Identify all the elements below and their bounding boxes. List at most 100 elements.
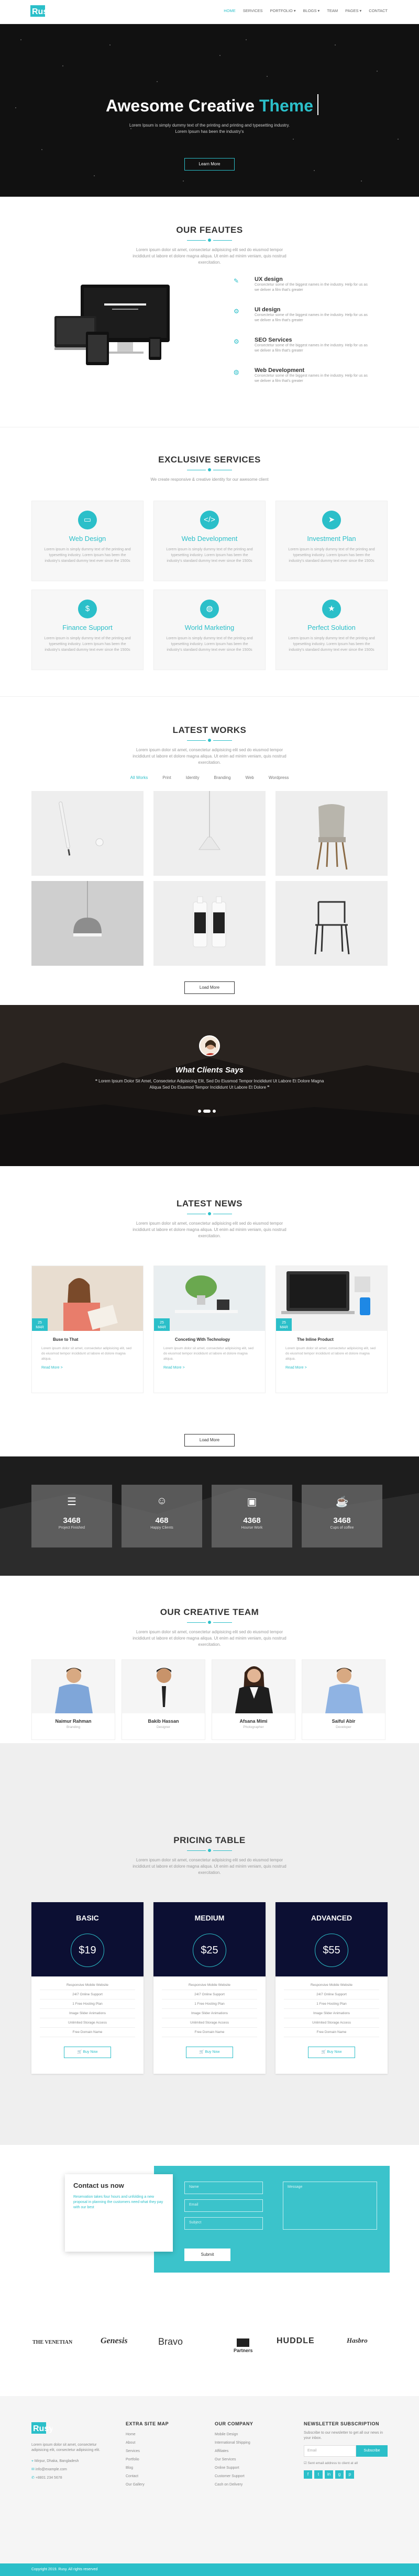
facebook-icon[interactable]: f (304, 2470, 312, 2479)
service-text: Lorem ipsum is simply dummy text of the … (44, 637, 131, 652)
service-card-finance-support[interactable]: $ Finance Support Lorem ipsum is simply du… (31, 590, 144, 670)
linkedin-icon[interactable]: in (325, 2470, 333, 2479)
footer-address: ⌖ Mirpur, Dhaka, Bangladesh (31, 2459, 79, 2463)
feature-web-development: ◍ Web Development Consectetur some of th… (234, 367, 385, 384)
cart-icon: 🛒 (77, 2050, 82, 2054)
read-more-link[interactable]: Read More > (32, 1364, 143, 1372)
twitter-icon[interactable]: t (314, 2470, 323, 2479)
service-card-web-development[interactable]: </> Web Development Lorem ipsum is simply … (153, 501, 266, 581)
footer-link[interactable]: Contact (126, 2472, 169, 2481)
footer-link[interactable]: Mobile Design (215, 2431, 253, 2439)
load-more-works-button[interactable]: Load More (184, 981, 235, 994)
team-member-card[interactable]: Naimur Rahman Branding (31, 1659, 115, 1740)
newsletter-email-input[interactable]: Email (304, 2445, 356, 2457)
filter-print[interactable]: Print (162, 775, 171, 780)
slider-dot-active[interactable] (198, 1110, 201, 1113)
plan-price: $55 (315, 1934, 348, 1967)
newsletter-consent[interactable]: ☑ Sent email address to client at all (304, 2461, 388, 2465)
buy-now-button[interactable]: 🛒 Buy Now (64, 2047, 111, 2058)
buy-now-button[interactable]: 🛒 Buy Now (186, 2047, 233, 2058)
news-section: LATEST NEWS Lorem ipsum dolor sit amet, … (0, 1166, 419, 1456)
footer-link[interactable]: Online Support (215, 2464, 253, 2472)
portfolio-item-chair[interactable] (275, 791, 388, 876)
nav-contact[interactable]: CONTACT (369, 8, 388, 13)
team-member-card[interactable]: Saiful Abir Developer (302, 1659, 385, 1740)
checkbox-icon[interactable]: ☑ (304, 2461, 307, 2465)
nav-team[interactable]: TEAM (327, 8, 338, 13)
footer: Rusy Lorem ipsum dolor sit amet, consect… (0, 2396, 419, 2563)
read-more-link[interactable]: Read More > (276, 1364, 387, 1372)
email-field[interactable]: Email (184, 2199, 263, 2212)
portfolio-item-bottles[interactable] (153, 881, 266, 966)
subject-field[interactable]: Subject (184, 2217, 263, 2230)
footer-email[interactable]: ✉ info@example.com (31, 2466, 110, 2474)
nav-home[interactable]: HOME (224, 8, 236, 13)
member-photo (32, 1660, 115, 1713)
plan-feature: 24/7 Online Support (162, 1990, 257, 1999)
team-member-card[interactable]: Bakib Hassan Designer (122, 1659, 205, 1740)
footer-link[interactable]: International Shipping (215, 2439, 253, 2447)
footer-link[interactable]: Our Gallery (126, 2481, 169, 2489)
nav-portfolio[interactable]: PORTFOLIO ▾ (270, 8, 296, 13)
footer-about-text: Lorem ipsum dolor sit amet, consectetur … (31, 2443, 101, 2452)
news-title[interactable]: The Inline Product (297, 1337, 387, 1342)
filter-web[interactable]: Web (246, 775, 254, 780)
portfolio-item-metal-chair[interactable] (275, 881, 388, 966)
learn-more-button[interactable]: Learn More (184, 158, 235, 171)
plan-feature: Image Slider Animations (284, 2009, 379, 2018)
news-title[interactable]: Conceting With Technology (175, 1337, 265, 1342)
footer-link[interactable]: Blog (126, 2464, 169, 2472)
load-more-news-button[interactable]: Load More (184, 1434, 235, 1447)
feature-title: Web Development (255, 367, 305, 374)
cart-icon: 🛒 (199, 2050, 204, 2054)
portfolio-item-pen[interactable] (31, 791, 144, 876)
news-title[interactable]: Buse to That (53, 1337, 143, 1342)
service-card-world-marketing[interactable]: ◍ World Marketing Lorem ipsum is simply du… (153, 590, 266, 670)
plan-name: ADVANCED (311, 1914, 352, 1922)
news-card[interactable]: 25 MAR The Inline Product Lorem ipsum dol… (275, 1266, 388, 1393)
section-divider (0, 239, 419, 242)
portfolio-item-pendant-lamp[interactable] (153, 791, 266, 876)
portfolio-item-lamp[interactable] (31, 881, 144, 966)
service-card-web-design[interactable]: ▭ Web Design Lorem ipsum is simply dummy t… (31, 501, 144, 581)
name-field[interactable]: Name (184, 2182, 263, 2194)
service-card-investment-plan[interactable]: ➤ Investment Plan Lorem ipsum is simply du… (275, 501, 388, 581)
nav-pages[interactable]: PAGES ▾ (345, 8, 361, 13)
plan-price: $19 (71, 1934, 104, 1967)
slider-dot[interactable] (203, 1110, 211, 1113)
news-card[interactable]: 25 MAR Buse to That Lorem ipsum dolor sit… (31, 1266, 144, 1393)
footer-link[interactable]: Customer Support (215, 2472, 253, 2481)
filter-identity[interactable]: Identity (186, 775, 200, 780)
hero-section: Awesome Creative Theme Lorem Ipsum is si… (0, 24, 419, 197)
message-field[interactable]: Message (283, 2182, 377, 2230)
navbar: Rusy HOME SERVICES PORTFOLIO ▾ BLOGS ▾ T… (0, 0, 419, 24)
footer-link[interactable]: Portfolio (126, 2456, 169, 2464)
subscribe-button[interactable]: Subscribe (356, 2445, 388, 2457)
filter-branding[interactable]: Branding (214, 775, 231, 780)
read-more-link[interactable]: Read More > (154, 1364, 265, 1372)
footer-logo[interactable]: Rusy (31, 2421, 110, 2438)
counter-number: 3468 (63, 1516, 81, 1525)
submit-button[interactable]: Submit (184, 2249, 230, 2261)
google-plus-icon[interactable]: g (335, 2470, 344, 2479)
footer-link[interactable]: About (126, 2439, 169, 2447)
pinterest-icon[interactable]: p (346, 2470, 354, 2479)
filter-all-works[interactable]: All Works (130, 775, 148, 780)
dollar-icon: $ (78, 600, 97, 618)
nav-blogs[interactable]: BLOGS ▾ (303, 8, 320, 13)
service-card-perfect-solution[interactable]: ★ Perfect Solution Lorem ipsum is simply d… (275, 590, 388, 670)
footer-link[interactable]: Cash on Delivery (215, 2481, 253, 2489)
news-card[interactable]: 25 MAR Conceting With Technology Lorem ip… (153, 1266, 266, 1393)
footer-link[interactable]: Services (126, 2447, 169, 2456)
service-title: World Marketing (184, 624, 235, 631)
footer-link[interactable]: Our Services (215, 2456, 253, 2464)
logo[interactable]: Rusy (30, 4, 52, 19)
nav-services[interactable]: SERVICES (243, 8, 263, 13)
filter-wordpress[interactable]: Wordpress (269, 775, 289, 780)
news-excerpt: Lorem ipsum dolor sit amet, consectetur … (41, 1347, 131, 1361)
slider-dot[interactable] (213, 1110, 216, 1113)
buy-now-button[interactable]: 🛒 Buy Now (308, 2047, 355, 2058)
footer-link[interactable]: Affiliates (215, 2447, 253, 2456)
footer-link[interactable]: Home (126, 2431, 169, 2439)
team-member-card[interactable]: Afsana Mimi Photographer (212, 1659, 295, 1740)
